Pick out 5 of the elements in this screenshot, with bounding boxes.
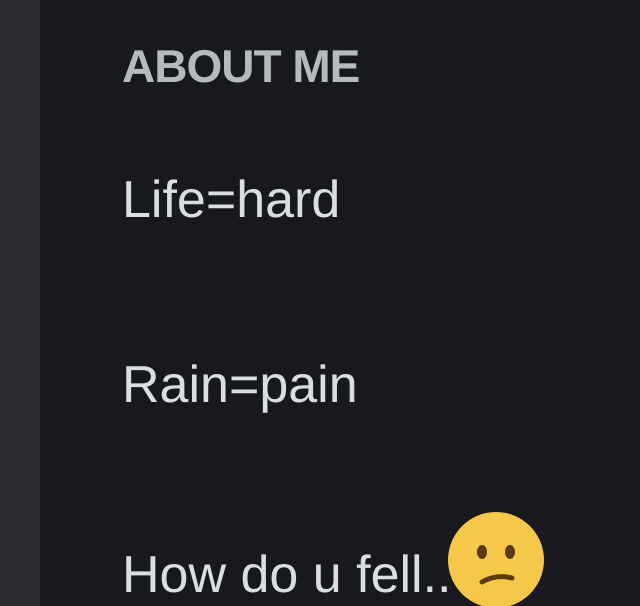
bio-line: Rain=pain xyxy=(122,355,358,415)
confused-face-icon xyxy=(446,510,546,606)
bio-line: How do u fell.. xyxy=(122,545,452,605)
bio-line: Life=hard xyxy=(122,170,340,230)
section-heading: ABOUT ME xyxy=(122,39,360,94)
